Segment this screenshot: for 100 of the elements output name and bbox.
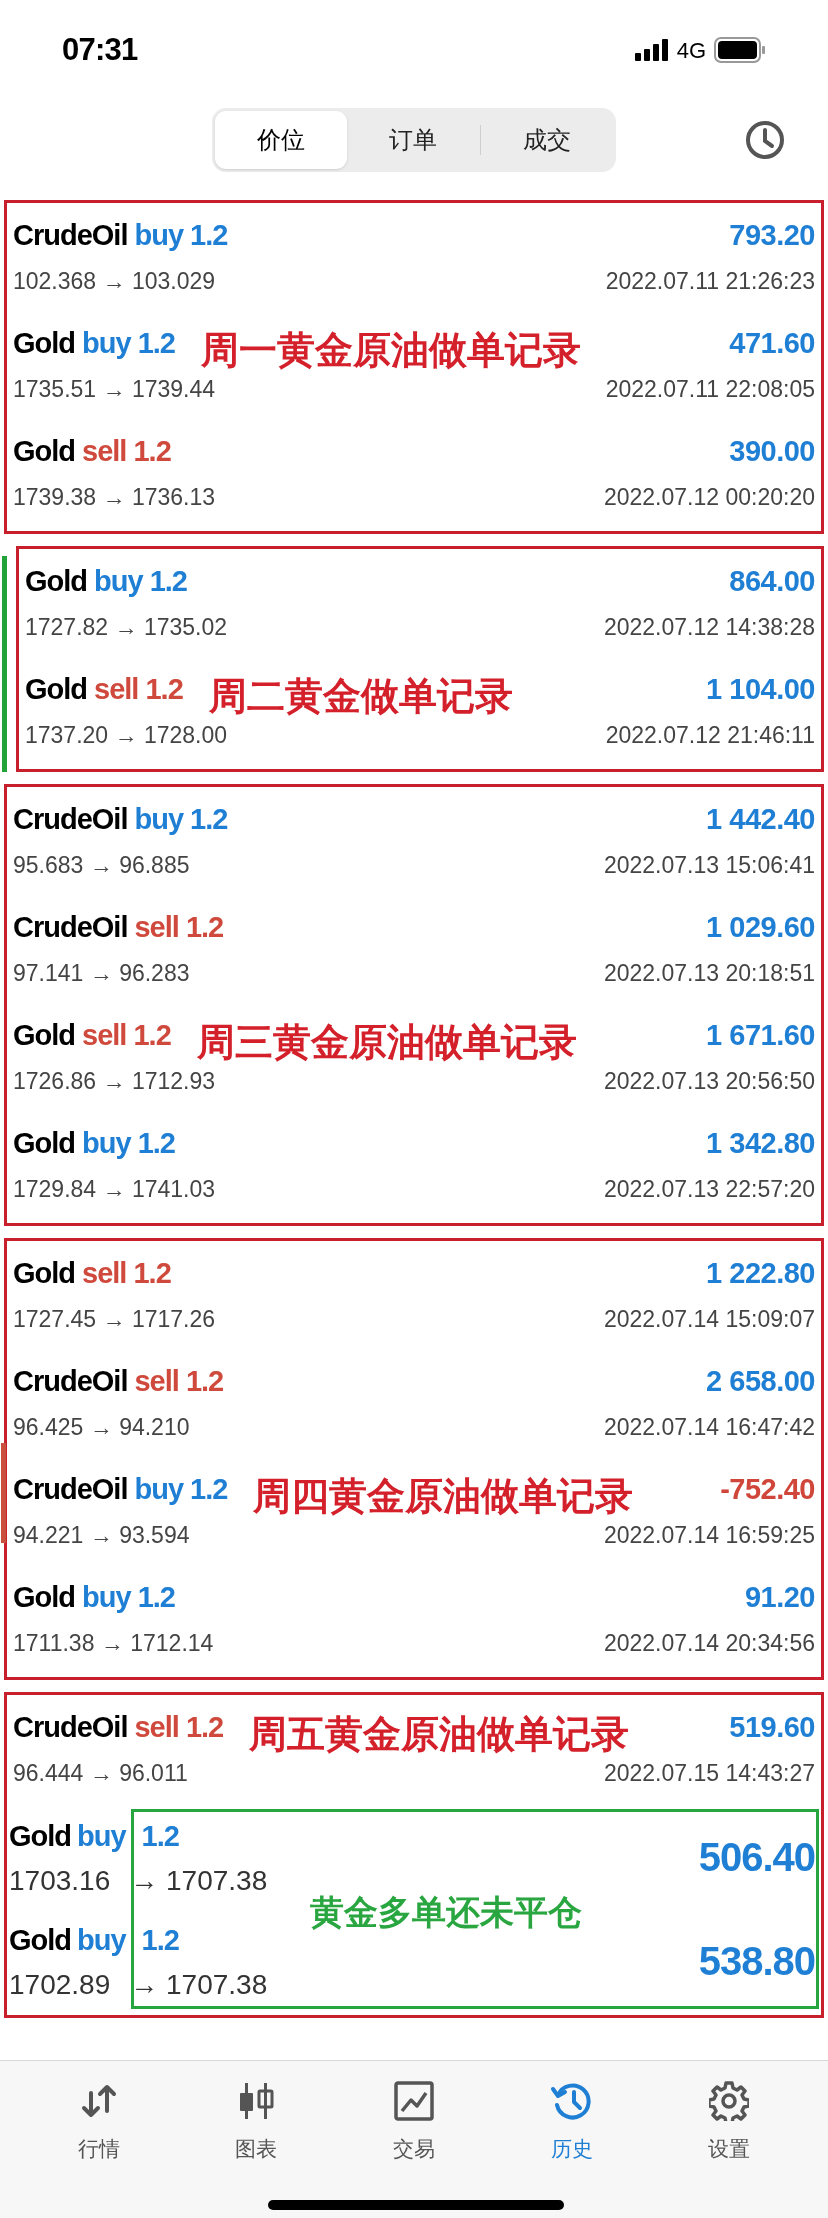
close-time: 2022.07.14 20:34:56 <box>603 1628 815 1658</box>
order-type: sell 1.2 <box>82 1255 171 1291</box>
price-range: 96.425 → 94.210 <box>13 1412 190 1442</box>
order-type: sell 1.2 <box>134 909 224 945</box>
candlestick-icon <box>238 2081 275 2121</box>
open-price: 1702.89 <box>9 1968 111 2002</box>
symbol-name: CrudeOil <box>13 217 128 253</box>
profit-value: 1 222.80 <box>706 1255 815 1291</box>
symbol-name: Gold <box>9 1922 72 1958</box>
tab-bar-item[interactable]: 图表 <box>201 2079 312 2165</box>
profit-value: 1 104.00 <box>706 671 815 707</box>
symbol-name: Gold <box>13 1125 76 1161</box>
price-range: 94.221 → 93.594 <box>13 1520 190 1550</box>
symbol-name: CrudeOil <box>13 801 128 837</box>
symbol-name: Gold <box>25 671 88 707</box>
profit-value: 1 442.40 <box>706 801 815 837</box>
close-time: 2022.07.12 14:38:28 <box>603 612 815 642</box>
price-range: 102.368 → 103.029 <box>13 266 216 296</box>
order-type: sell 1.2 <box>82 1017 171 1053</box>
price-range: 95.683 → 96.885 <box>13 850 190 880</box>
order-type: buy 1.2 <box>82 325 175 361</box>
status-time: 07:31 <box>62 30 138 69</box>
battery-icon <box>714 37 766 63</box>
segment-tab[interactable]: 订单 <box>347 111 480 169</box>
order-type: buy 1.2 <box>94 563 187 599</box>
close-time: 2022.07.12 00:20:20 <box>603 482 815 512</box>
profit-value: 538.80 <box>698 1938 816 1985</box>
order-type: buy 1.2 <box>82 1579 175 1615</box>
profit-value: 390.00 <box>729 433 815 469</box>
settings-icon <box>709 2081 750 2121</box>
network-label: 4G <box>676 36 706 65</box>
symbol-name: Gold <box>13 1579 76 1615</box>
order-type: sell 1.2 <box>82 433 171 469</box>
profit-value: 1 671.60 <box>706 1017 815 1053</box>
order-type: buy 1.2 <box>134 1471 228 1507</box>
price-range: 1727.45 → 1717.26 <box>13 1304 216 1334</box>
close-time: 2022.07.13 20:56:50 <box>603 1066 815 1096</box>
order-type: buy 1.2 <box>134 801 228 837</box>
close-time: 2022.07.14 15:09:07 <box>603 1304 815 1334</box>
symbol-name: Gold <box>25 563 88 599</box>
order-type: buy 1.2 <box>134 217 228 253</box>
order-type: sell 1.2 <box>134 1709 224 1745</box>
symbol-name: Gold <box>13 325 76 361</box>
segment-tab[interactable]: 成交 <box>480 111 613 169</box>
close-time: 2022.07.13 15:06:41 <box>603 850 815 880</box>
close-time: 2022.07.13 20:18:51 <box>603 958 815 988</box>
signal-icon <box>634 39 669 61</box>
close-time: 2022.07.12 21:46:11 <box>605 720 815 750</box>
annotation-text: 黄金多单还未平仓 <box>310 1892 582 1933</box>
profit-value: 2 658.00 <box>706 1363 815 1399</box>
open-price: 1703.16 <box>9 1864 111 1898</box>
current-price: → 1707.38 <box>130 1864 268 1898</box>
price-range: 1729.84 → 1741.03 <box>13 1174 216 1204</box>
price-range: 1726.86 → 1712.93 <box>13 1066 216 1096</box>
order-volume: 1.2 <box>141 1818 179 1854</box>
price-range: 1727.82 → 1735.02 <box>25 612 228 642</box>
symbol-name: CrudeOil <box>13 1471 128 1507</box>
tab-bar-item[interactable]: 交易 <box>359 2079 469 2165</box>
profit-value: 506.40 <box>698 1834 816 1881</box>
close-time: 2022.07.11 21:26:23 <box>605 266 815 296</box>
tab-bar-item[interactable]: 行情 <box>43 2079 154 2165</box>
profit-value: 1 029.60 <box>706 909 815 945</box>
line-chart-icon <box>394 2081 434 2121</box>
price-range: 1735.51 → 1739.44 <box>13 374 216 404</box>
symbol-name: Gold <box>13 1017 76 1053</box>
symbol-name: Gold <box>13 1255 76 1291</box>
order-type: sell 1.2 <box>134 1363 224 1399</box>
annotation-text: 周一黄金原油做单记录 <box>201 331 581 369</box>
annotation-text: 周三黄金原油做单记录 <box>196 1023 577 1061</box>
price-range: 1711.38 → 1712.14 <box>13 1628 214 1658</box>
price-range: 1737.20 → 1728.00 <box>25 720 228 750</box>
profit-value: 471.60 <box>729 325 815 361</box>
symbol-name: CrudeOil <box>13 909 128 945</box>
symbol-name: CrudeOil <box>13 1709 128 1745</box>
tab-bar-item[interactable]: 历史 <box>516 2079 627 2165</box>
order-side: buy <box>77 1922 126 1958</box>
profit-value: -752.40 <box>720 1471 815 1507</box>
close-time: 2022.07.14 16:59:25 <box>603 1520 815 1550</box>
price-range: 1739.38 → 1736.13 <box>13 482 216 512</box>
close-time: 2022.07.15 14:43:27 <box>603 1758 815 1788</box>
order-type: sell 1.2 <box>94 671 183 707</box>
history-icon <box>549 2081 594 2121</box>
symbol-name: Gold <box>9 1818 72 1854</box>
symbol-name: CrudeOil <box>13 1363 128 1399</box>
order-side: buy <box>77 1818 126 1854</box>
profit-value: 519.60 <box>729 1709 815 1745</box>
profit-value: 793.20 <box>729 217 815 253</box>
order-type: buy 1.2 <box>82 1125 175 1161</box>
profit-value: 91.20 <box>744 1579 815 1615</box>
close-time: 2022.07.13 22:57:20 <box>603 1174 815 1204</box>
segment-tab[interactable]: 价位 <box>215 111 348 169</box>
annotation-text: 周四黄金原油做单记录 <box>253 1477 634 1515</box>
order-volume: 1.2 <box>141 1922 179 1958</box>
current-price: → 1707.38 <box>130 1968 268 2002</box>
tab-bar-item[interactable]: 设置 <box>674 2079 785 2165</box>
price-range: 97.141 → 96.283 <box>13 958 190 988</box>
clock-icon[interactable] <box>745 120 785 160</box>
close-time: 2022.07.14 16:47:42 <box>603 1412 815 1442</box>
profit-value: 1 342.80 <box>706 1125 815 1161</box>
price-range: 96.444 → 96.011 <box>13 1758 188 1788</box>
